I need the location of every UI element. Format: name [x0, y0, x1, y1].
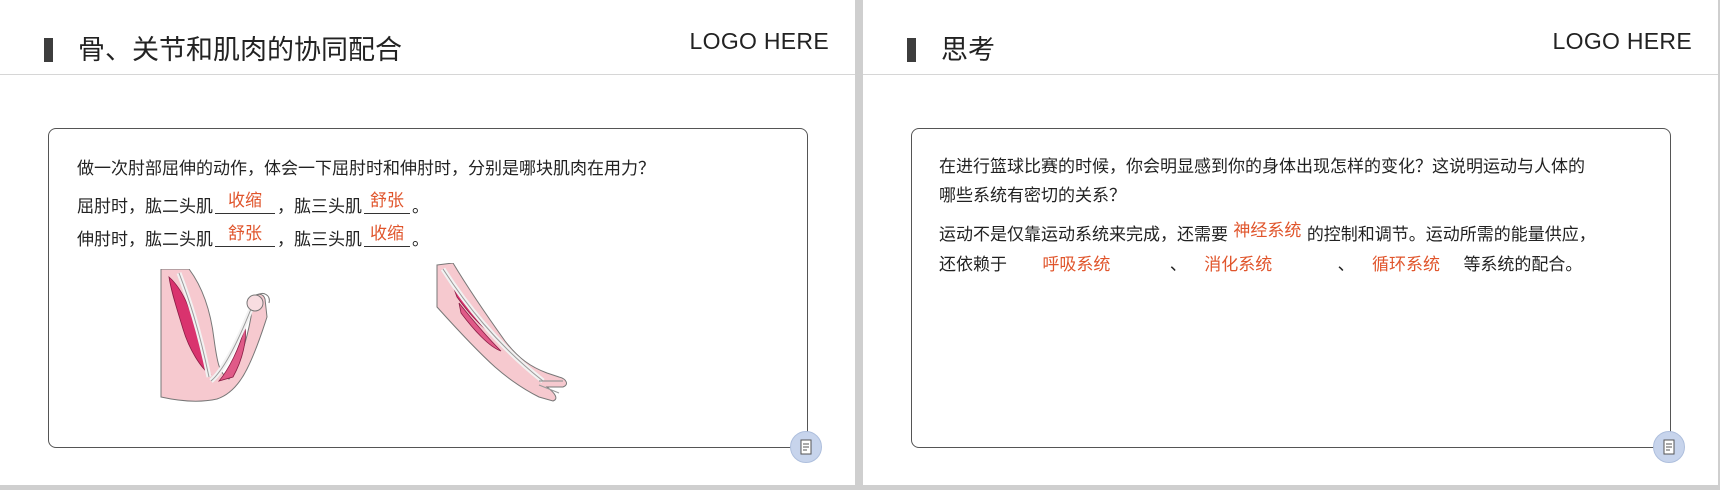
answer-text: 舒张 — [370, 191, 404, 211]
title-marker — [44, 38, 53, 62]
answer-text: 收缩 — [370, 224, 404, 244]
answer-line-1-prefix: 运动不是仅靠运动系统来完成，还需要 — [939, 225, 1228, 245]
answer-text: 神经系统 — [1233, 221, 1302, 241]
logo-placeholder: LOGO HERE — [689, 28, 829, 54]
flexion-suffix: 。 — [412, 197, 429, 217]
flexion-prefix: 屈肘时，肱二头肌 — [77, 197, 213, 217]
title-divider — [863, 74, 1718, 75]
answer-blank: 舒张 — [364, 191, 410, 214]
slide-right: 思考 LOGO HERE 在进行篮球比赛的时候，你会明显感到你的身体出现怎样的变… — [863, 0, 1718, 485]
separator: 、 — [1169, 255, 1187, 275]
flexion-middle: ，肱三头肌 — [277, 197, 362, 217]
extension-middle: ，肱三头肌 — [277, 230, 362, 250]
title-marker — [907, 38, 916, 62]
answer-blank: 舒张 — [215, 224, 275, 247]
flexion-line: 屈肘时，肱二头肌 收缩 ，肱三头肌 舒张。 — [77, 191, 429, 221]
slide-title: 思考 — [941, 35, 995, 66]
flexed-arm-illustration — [160, 269, 270, 402]
extended-arm-illustration — [436, 263, 567, 402]
separator: 、 — [1337, 255, 1355, 275]
answer-blank: 收缩 — [364, 224, 410, 247]
answer-blank: 收缩 — [215, 191, 275, 214]
answer-text: 循环系统 — [1372, 255, 1441, 275]
extension-suffix: 。 — [412, 230, 429, 250]
title-divider — [0, 74, 855, 75]
answer-line-1: 运动不是仅靠运动系统来完成，还需要 神经系统 的控制和调节。运动所需的能量供应， — [939, 221, 1596, 249]
slide-title: 骨、关节和肌肉的协同配合 — [78, 35, 402, 66]
question-line-1: 在进行篮球比赛的时候，你会明显感到你的身体出现怎样的变化？这说明运动与人体的 — [939, 157, 1585, 177]
document-icon[interactable] — [1653, 431, 1685, 463]
question-line-2: 哪些系统有密切的关系？ — [939, 186, 1126, 206]
answer-text: 消化系统 — [1204, 255, 1273, 275]
answer-text: 收缩 — [228, 191, 262, 211]
question-text: 做一次肘部屈伸的动作，体会一下屈肘时和伸肘时，分别是哪块肌肉在用力？ — [77, 159, 655, 179]
answer-line-2: 还依赖于 呼吸系统 、 消化系统 、 循环系统 等系统的配合。 — [939, 251, 1582, 279]
answer-line-1-suffix: 的控制和调节。运动所需的能量供应， — [1306, 225, 1596, 245]
document-icon[interactable] — [790, 431, 822, 463]
slide-left: 骨、关节和肌肉的协同配合 LOGO HERE 做一次肘部屈伸的动作，体会一下屈肘… — [0, 0, 855, 485]
answer-line-2-prefix: 还依赖于 — [939, 255, 1007, 275]
extension-prefix: 伸肘时，肱二头肌 — [77, 230, 213, 250]
extension-line: 伸肘时，肱二头肌 舒张 ，肱三头肌 收缩。 — [77, 224, 429, 254]
content-box: 在进行篮球比赛的时候，你会明显感到你的身体出现怎样的变化？这说明运动与人体的 哪… — [911, 128, 1685, 463]
answer-line-2-suffix: 等系统的配合。 — [1463, 255, 1583, 275]
content-box: 做一次肘部屈伸的动作，体会一下屈肘时和伸肘时，分别是哪块肌肉在用力？ 屈肘时，肱… — [48, 128, 822, 463]
answer-text: 呼吸系统 — [1042, 255, 1111, 275]
logo-placeholder: LOGO HERE — [1552, 28, 1692, 54]
answer-text: 舒张 — [228, 224, 262, 244]
